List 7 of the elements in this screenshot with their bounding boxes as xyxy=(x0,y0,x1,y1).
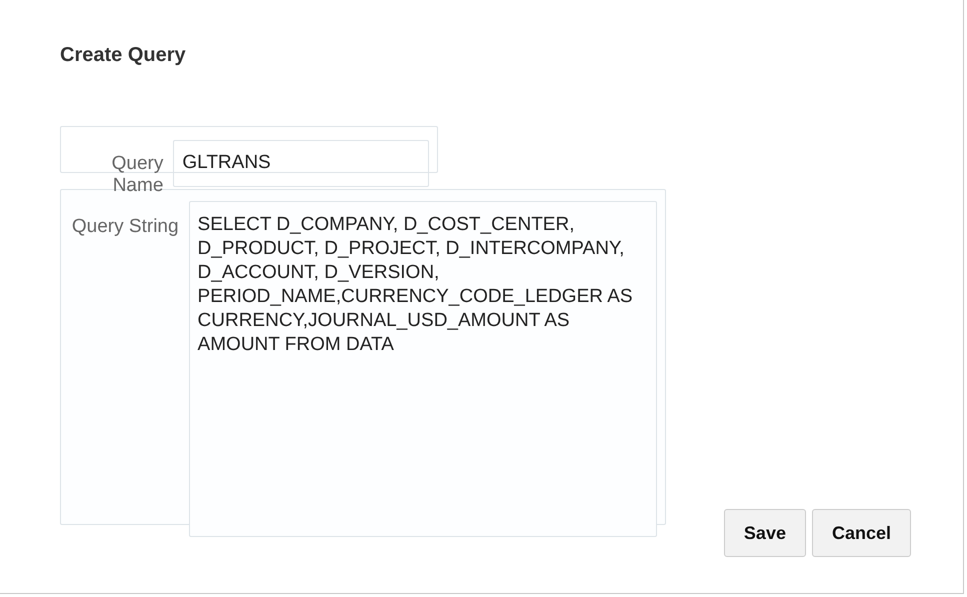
field-label: Query Name xyxy=(110,152,164,197)
query-name-field[interactable]: GLTRANS xyxy=(173,140,429,187)
field-label: Query String xyxy=(70,215,180,239)
query-string-field[interactable]: SELECT D_COMPANY, D_COST_CENTER, D_PRODUCT, D_PROJECT, D_INTERCOMPANY, D_ACCOUNT, D_VERSION, PERIOD_NAME,CURRENCY_CODE_LEDGER AS CURRENCY,JOURNAL_USD_AMOUNT AS AMOUNT FROM DATA xyxy=(188,201,657,537)
dialog-title: Create Query xyxy=(60,44,187,67)
save-button[interactable]: Save xyxy=(724,509,806,557)
cancel-button[interactable]: Cancel xyxy=(812,509,911,557)
